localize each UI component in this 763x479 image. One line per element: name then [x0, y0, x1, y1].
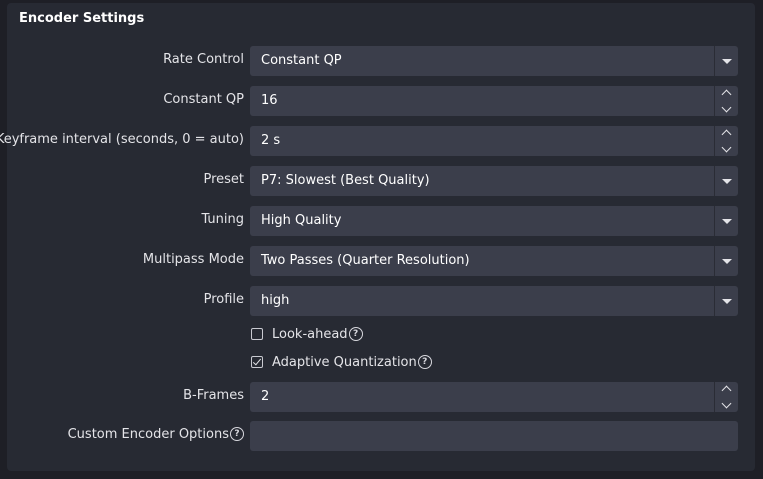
multipass-dropdown-button[interactable] [714, 246, 738, 276]
b-frames-increment-button[interactable] [715, 382, 738, 397]
b-frames-decrement-button[interactable] [715, 397, 738, 412]
preset-dropdown-button[interactable] [714, 166, 738, 196]
profile-dropdown-button[interactable] [714, 286, 738, 316]
constant-qp-spin-buttons [714, 86, 738, 116]
rate-control-combobox[interactable]: Constant QP [250, 46, 738, 76]
constant-qp-spinbox[interactable]: 16 [250, 86, 738, 116]
preset-value: P7: Slowest (Best Quality) [261, 173, 430, 188]
look-ahead-checkbox[interactable] [251, 328, 263, 340]
adaptive-quantization-checkbox[interactable] [251, 356, 263, 368]
keyframe-interval-label: Keyframe interval (seconds, 0 = auto) [0, 132, 244, 147]
b-frames-spin-buttons [714, 382, 738, 412]
look-ahead-text[interactable]: Look-ahead? [272, 325, 363, 345]
constant-qp-increment-button[interactable] [715, 86, 738, 101]
tuning-row: Tuning High Quality [0, 206, 763, 236]
keyframe-interval-value: 2 s [261, 133, 281, 148]
rate-control-value: Constant QP [261, 53, 342, 68]
chevron-down-icon [721, 102, 732, 113]
chevron-down-icon [721, 398, 732, 409]
constant-qp-decrement-button[interactable] [715, 101, 738, 116]
multipass-label: Multipass Mode [142, 252, 244, 267]
question-circle-icon[interactable]: ? [230, 426, 244, 441]
preset-row: Preset P7: Slowest (Best Quality) [0, 166, 763, 196]
chevron-down-icon [722, 219, 732, 224]
question-circle-icon[interactable]: ? [417, 354, 432, 369]
b-frames-spinbox[interactable]: 2 [250, 382, 738, 412]
chevron-up-icon [721, 129, 732, 140]
chevron-up-icon [721, 89, 732, 100]
custom-options-row: Custom Encoder Options? [0, 421, 763, 451]
preset-combobox[interactable]: P7: Slowest (Best Quality) [250, 166, 738, 196]
multipass-value: Two Passes (Quarter Resolution) [261, 253, 470, 268]
multipass-row: Multipass Mode Two Passes (Quarter Resol… [0, 246, 763, 276]
b-frames-row: B-Frames 2 [0, 382, 763, 412]
chevron-down-icon [721, 142, 732, 153]
keyframe-interval-spinbox[interactable]: 2 s [250, 126, 738, 156]
chevron-down-icon [722, 299, 732, 304]
rate-control-row: Rate Control Constant QP [0, 46, 763, 76]
look-ahead-label: Look-ahead [272, 327, 348, 342]
constant-qp-label: Constant QP [163, 92, 244, 107]
b-frames-label: B-Frames [183, 388, 244, 403]
constant-qp-row: Constant QP 16 [0, 86, 763, 116]
chevron-down-icon [722, 59, 732, 64]
tuning-label: Tuning [201, 212, 244, 227]
multipass-combobox[interactable]: Two Passes (Quarter Resolution) [250, 246, 738, 276]
tuning-value: High Quality [261, 213, 342, 228]
adaptive-quantization-text[interactable]: Adaptive Quantization? [272, 353, 432, 373]
profile-value: high [261, 293, 290, 308]
constant-qp-value: 16 [261, 93, 278, 108]
custom-options-input[interactable] [250, 421, 738, 451]
question-circle-icon[interactable]: ? [348, 326, 363, 341]
b-frames-value: 2 [261, 389, 270, 404]
adaptive-quantization-label: Adaptive Quantization [272, 355, 417, 370]
rate-control-label: Rate Control [163, 52, 244, 67]
rate-control-dropdown-button[interactable] [714, 46, 738, 76]
chevron-down-icon [722, 259, 732, 264]
preset-label: Preset [203, 172, 244, 187]
custom-options-label-wrap: Custom Encoder Options? [68, 421, 244, 451]
keyframe-interval-spin-buttons [714, 126, 738, 156]
group-title: Encoder Settings [19, 11, 145, 26]
tuning-dropdown-button[interactable] [714, 206, 738, 236]
custom-options-label: Custom Encoder Options [67, 427, 229, 442]
chevron-down-icon [722, 179, 732, 184]
profile-row: Profile high [0, 286, 763, 316]
profile-label: Profile [203, 292, 244, 307]
tuning-combobox[interactable]: High Quality [250, 206, 738, 236]
profile-combobox[interactable]: high [250, 286, 738, 316]
chevron-up-icon [721, 385, 732, 396]
keyframe-interval-row: Keyframe interval (seconds, 0 = auto) 2 … [0, 126, 763, 156]
keyframe-interval-decrement-button[interactable] [715, 141, 738, 156]
keyframe-interval-increment-button[interactable] [715, 126, 738, 141]
